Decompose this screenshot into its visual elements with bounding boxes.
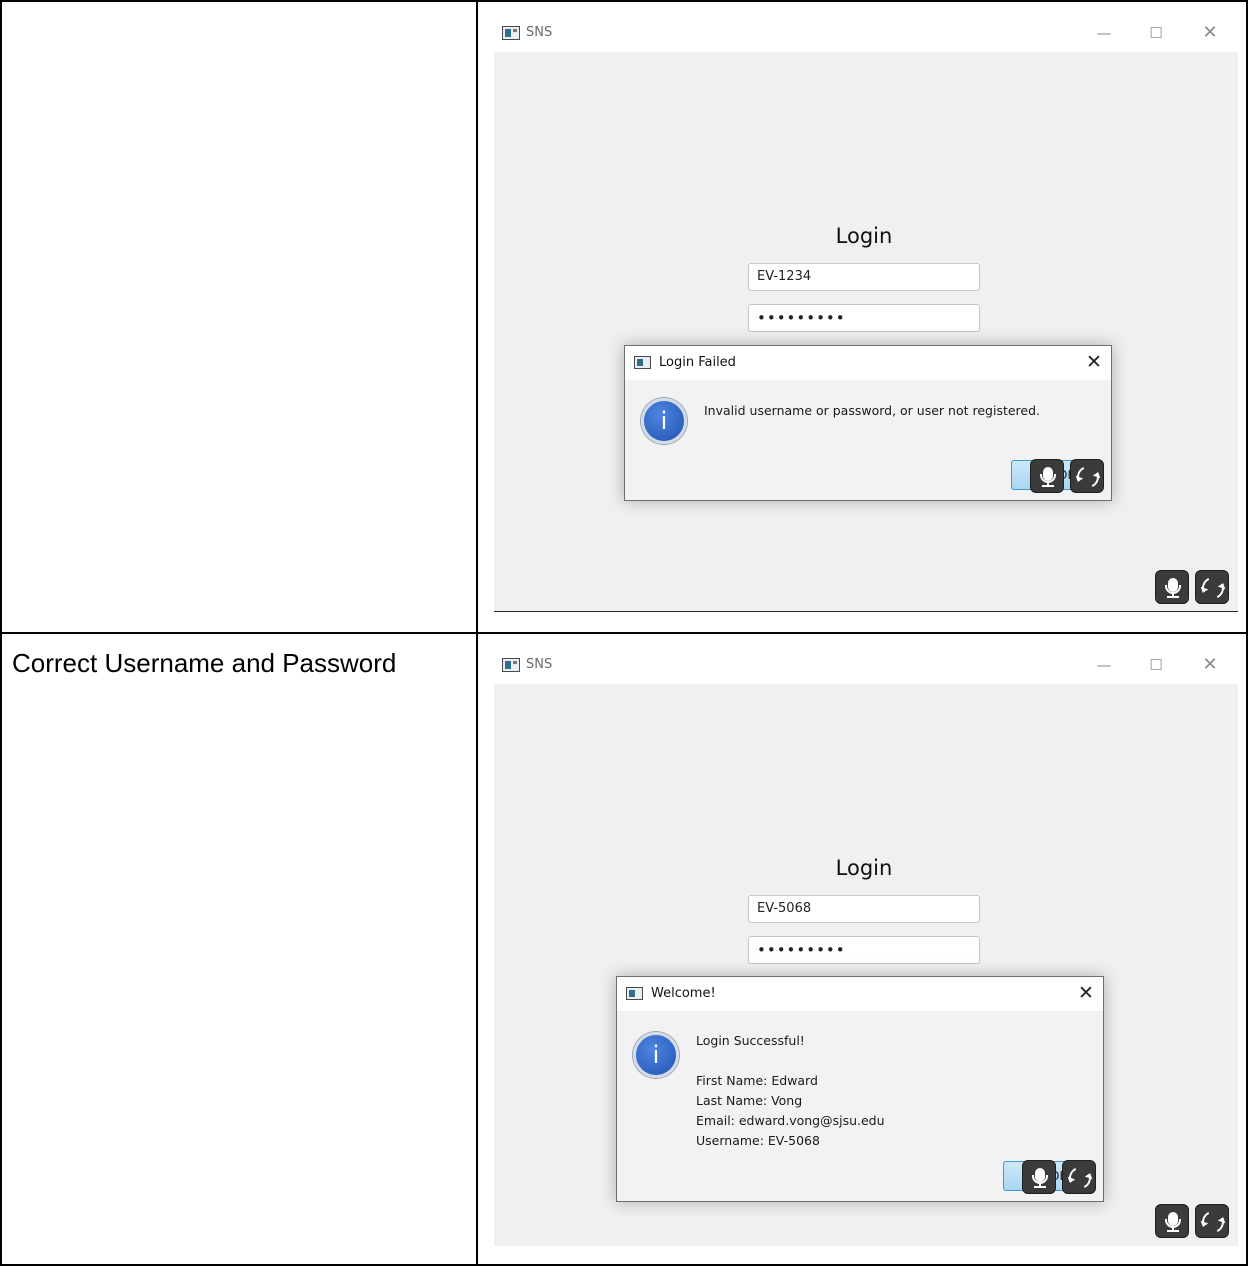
username-input[interactable]: EV-1234	[748, 263, 980, 291]
welcome-dialog: Welcome! ✕ i Login Successful! First Nam…	[616, 976, 1104, 1202]
login-failed-dialog: Login Failed ✕ i Invalid username or pas…	[624, 345, 1112, 501]
message-line: Last Name: Vong	[696, 1093, 803, 1108]
app-window-icon	[634, 356, 651, 369]
app-window-login-failed: SNS — ☐ ✕ Login EV-1234 ••••••••• Login …	[494, 14, 1238, 612]
message-line: First Name: Edward	[696, 1073, 818, 1088]
app-window-icon	[626, 987, 643, 1000]
dialog-close-button[interactable]: ✕	[1075, 982, 1097, 1004]
dialog-close-button[interactable]: ✕	[1083, 351, 1105, 373]
login-heading: Login	[835, 856, 893, 880]
login-heading: Login	[835, 224, 893, 248]
table-row-divider	[0, 632, 1248, 634]
mic-button[interactable]	[1022, 1160, 1056, 1194]
mic-button[interactable]	[1030, 459, 1064, 493]
refresh-button[interactable]	[1070, 459, 1104, 493]
refresh-button[interactable]	[1062, 1160, 1096, 1194]
message-line: Login Successful!	[696, 1033, 805, 1048]
dialog-titlebar[interactable]: Welcome! ✕	[617, 977, 1103, 1011]
mic-button[interactable]	[1155, 570, 1189, 604]
window-client-area: Login EV-1234 ••••••••• Login Failed ✕ i…	[494, 52, 1238, 612]
minimize-button[interactable]: —	[1092, 23, 1116, 43]
close-window-button[interactable]: ✕	[1198, 23, 1222, 43]
window-client-area: Login EV-5068 ••••••••• Welcome! ✕ i Log…	[494, 684, 1238, 1246]
dialog-message: Login Successful! First Name: Edward Las…	[696, 1031, 885, 1151]
refresh-icon	[1198, 573, 1228, 603]
app-window-icon	[502, 658, 520, 672]
message-line: Email: edward.vong@sjsu.edu	[696, 1113, 885, 1128]
refresh-button[interactable]	[1195, 1204, 1229, 1238]
refresh-icon	[1198, 1207, 1228, 1237]
dialog-title: Login Failed	[659, 355, 736, 370]
app-window-icon	[502, 26, 520, 40]
maximize-button[interactable]: ☐	[1144, 23, 1168, 43]
app-window-login-success: SNS — ☐ ✕ Login EV-5068 ••••••••• Welcom…	[494, 646, 1238, 1246]
minimize-button[interactable]: —	[1092, 655, 1116, 675]
info-icon: i	[641, 398, 687, 444]
username-input[interactable]: EV-5068	[748, 895, 980, 923]
info-icon-glyph: i	[652, 1041, 660, 1069]
window-title: SNS	[526, 25, 553, 40]
info-icon-glyph: i	[660, 407, 668, 435]
dialog-title: Welcome!	[651, 986, 716, 1001]
window-title: SNS	[526, 657, 553, 672]
message-line: Username: EV-5068	[696, 1133, 820, 1148]
window-titlebar[interactable]: SNS — ☐ ✕	[494, 14, 1238, 52]
refresh-icon	[1073, 462, 1103, 492]
dialog-titlebar[interactable]: Login Failed ✕	[625, 346, 1111, 380]
row-label-correct-credentials: Correct Username and Password	[12, 648, 397, 678]
info-icon: i	[633, 1032, 679, 1078]
close-window-button[interactable]: ✕	[1198, 655, 1222, 675]
maximize-button[interactable]: ☐	[1144, 655, 1168, 675]
password-input[interactable]: •••••••••	[748, 304, 980, 332]
refresh-button[interactable]	[1195, 570, 1229, 604]
refresh-icon	[1065, 1163, 1095, 1193]
window-titlebar[interactable]: SNS — ☐ ✕	[494, 646, 1238, 684]
dialog-message: Invalid username or password, or user no…	[704, 403, 1041, 418]
mic-button[interactable]	[1155, 1204, 1189, 1238]
password-input[interactable]: •••••••••	[748, 936, 980, 964]
